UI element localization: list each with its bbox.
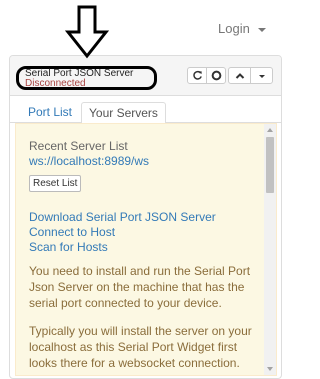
download-spjs-link[interactable]: Download Serial Port JSON Server [29, 210, 265, 225]
view-button-group [228, 67, 273, 84]
caret-down-icon [258, 74, 265, 78]
dropdown-button[interactable] [251, 68, 272, 83]
serial-port-widget: Serial Port JSON Server Disconnected Por… [9, 55, 282, 379]
connection-button-group [187, 67, 226, 84]
refresh-icon [192, 70, 202, 80]
panel-heading: Serial Port JSON Server Disconnected [10, 56, 281, 96]
scrollbar-thumb[interactable] [266, 137, 274, 193]
stop-icon [211, 70, 221, 81]
localhost-paragraph-line: localhost as this Serial Port Widget fir… [29, 340, 238, 354]
localhost-paragraph-line: Typically you will install the server on… [29, 324, 252, 338]
stop-button[interactable] [207, 68, 225, 83]
down-arrow-icon [64, 5, 110, 59]
login-menu[interactable]: Login [218, 21, 266, 36]
refresh-button[interactable] [188, 68, 207, 83]
title-annotation: Serial Port JSON Server Disconnected [16, 66, 157, 90]
collapse-button[interactable] [229, 68, 251, 83]
scroll-up-icon[interactable] [267, 128, 273, 132]
localhost-paragraph-line: looks there for a websocket connection. [29, 356, 240, 370]
tab-bar: Port List Your Servers [10, 97, 281, 124]
install-paragraph-line: Json Server on the machine that has the [29, 280, 245, 294]
login-label: Login [218, 21, 250, 36]
content-scrollbar[interactable] [264, 124, 276, 375]
recent-server-link[interactable]: ws://localhost:8989/ws [29, 154, 265, 169]
servers-body: Recent Server List ws://localhost:8989/w… [29, 139, 265, 371]
scan-for-hosts-link[interactable]: Scan for Hosts [29, 240, 265, 255]
top-bar: Login [0, 0, 285, 52]
tab-your-servers[interactable]: Your Servers [81, 102, 166, 124]
connection-status: Disconnected [25, 78, 86, 89]
servers-content: Recent Server List ws://localhost:8989/w… [15, 123, 277, 376]
chevron-up-icon [235, 72, 244, 79]
install-paragraph-line: You need to install and run the Serial P… [29, 264, 251, 278]
install-paragraph-line: serial port connected to your device. [29, 296, 222, 310]
reset-list-button[interactable]: Reset List [29, 175, 82, 192]
recent-server-heading: Recent Server List [29, 139, 128, 153]
connect-to-host-link[interactable]: Connect to Host [29, 225, 265, 240]
caret-down-icon [257, 27, 266, 32]
scroll-down-icon[interactable] [267, 367, 273, 371]
tab-port-list[interactable]: Port List [21, 102, 79, 124]
